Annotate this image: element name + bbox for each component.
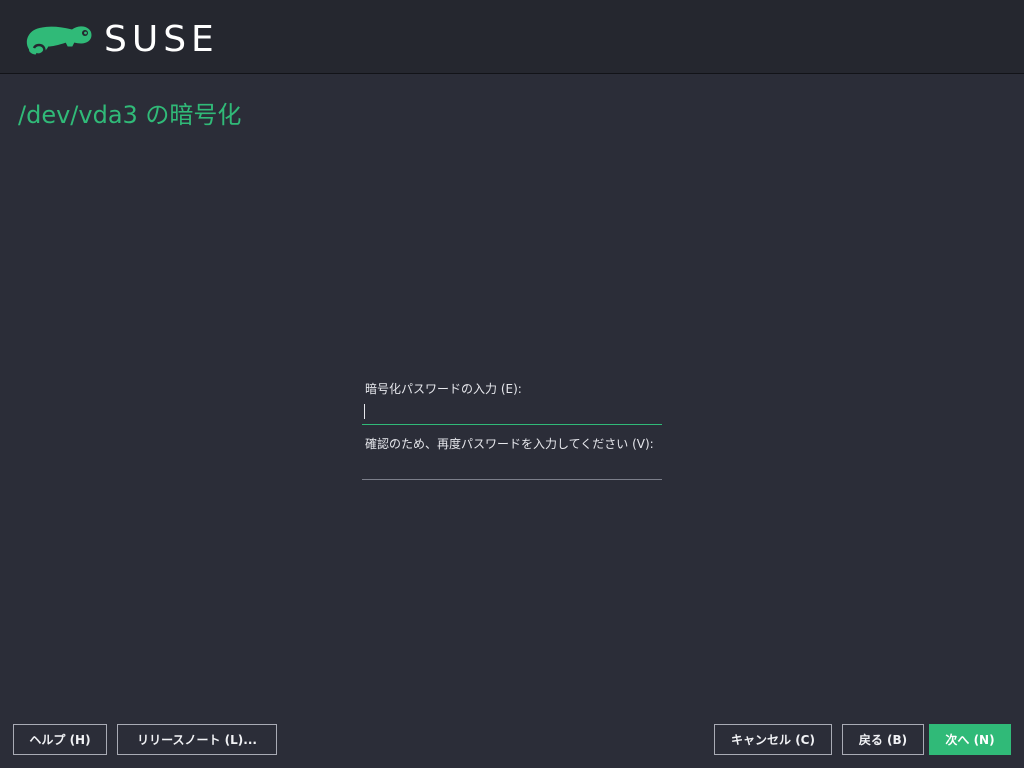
verify-password-input[interactable]	[362, 453, 662, 479]
encryption-password-form: 暗号化パスワードの入力 (E): 確認のため、再度パスワードを入力してください …	[362, 380, 662, 490]
cancel-button[interactable]: キャンセル (C)	[714, 724, 832, 755]
release-notes-button[interactable]: リリースノート (L)...	[117, 724, 277, 755]
chameleon-icon	[22, 20, 94, 60]
password-field-container	[362, 398, 662, 425]
next-button[interactable]: 次へ (N)	[929, 724, 1011, 755]
password-input[interactable]	[362, 398, 662, 424]
logo-wordmark: SUSE	[104, 19, 219, 60]
text-caret	[364, 404, 365, 419]
password-label: 暗号化パスワードの入力 (E):	[365, 382, 522, 396]
page-title: /dev/vda3 の暗号化	[18, 101, 242, 129]
suse-logo: SUSE	[22, 20, 219, 60]
verify-password-label: 確認のため、再度パスワードを入力してください (V):	[365, 437, 654, 451]
back-button[interactable]: 戻る (B)	[842, 724, 924, 755]
help-button[interactable]: ヘルプ (H)	[13, 724, 107, 755]
verify-password-field-container	[362, 453, 662, 480]
header-bar: SUSE	[0, 0, 1024, 74]
